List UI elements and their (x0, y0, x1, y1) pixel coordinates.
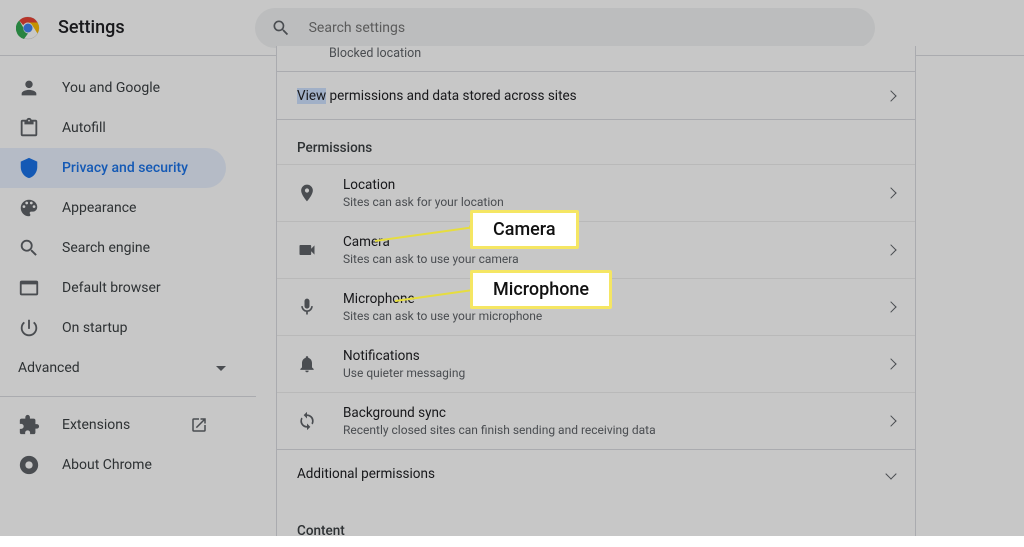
permission-row-background-sync[interactable]: Background sync Recently closed sites can… (277, 392, 915, 449)
open-in-new-icon (190, 416, 208, 434)
additional-permissions-row[interactable]: Additional permissions (277, 449, 915, 497)
chevron-down-icon (216, 366, 226, 371)
view-permissions-row[interactable]: View permissions and data stored across … (277, 72, 915, 120)
bell-icon (297, 354, 317, 374)
location-icon (297, 183, 317, 203)
sidebar-item-label: You and Google (62, 80, 160, 96)
search-icon (18, 237, 40, 259)
page-title: Settings (58, 17, 125, 38)
additional-permissions-label: Additional permissions (297, 466, 435, 482)
clipboard-icon (18, 117, 40, 139)
permission-title: Background sync (343, 405, 656, 421)
permission-subtitle: Sites can ask to use your camera (343, 252, 519, 266)
chevron-down-icon (885, 468, 896, 479)
extension-icon (18, 414, 40, 436)
shield-icon (18, 157, 40, 179)
microphone-icon (297, 297, 317, 317)
chevron-right-icon (885, 415, 896, 426)
person-icon (18, 77, 40, 99)
permissions-header: Permissions (277, 120, 915, 164)
annotation-camera: Camera (470, 210, 579, 249)
permission-subtitle: Sites can ask to use your microphone (343, 309, 542, 323)
view-link-word: View (297, 88, 326, 104)
blocked-location-row: Blocked location (277, 46, 915, 72)
sidebar: You and Google Autofill Privacy and secu… (0, 56, 256, 536)
chevron-right-icon (885, 244, 896, 255)
sidebar-item-label: Extensions (62, 417, 130, 433)
search-input[interactable] (309, 20, 859, 36)
camera-icon (297, 240, 317, 260)
annotation-microphone: Microphone (470, 270, 612, 309)
chrome-logo-icon (16, 16, 40, 40)
chrome-icon (18, 454, 40, 476)
content-header: Content (277, 497, 915, 547)
sidebar-item-autofill[interactable]: Autofill (0, 108, 226, 148)
chevron-right-icon (885, 358, 896, 369)
advanced-label: Advanced (18, 360, 80, 376)
view-link-rest: permissions and data stored across sites (326, 88, 576, 104)
sidebar-item-on-startup[interactable]: On startup (0, 308, 226, 348)
permission-title: Location (343, 177, 504, 193)
permission-subtitle: Sites can ask for your location (343, 195, 504, 209)
sidebar-item-label: Autofill (62, 120, 106, 136)
sidebar-item-default-browser[interactable]: Default browser (0, 268, 226, 308)
sidebar-item-label: Search engine (62, 240, 150, 256)
permission-title: Notifications (343, 348, 465, 364)
sidebar-item-label: On startup (62, 320, 128, 336)
sync-icon (297, 411, 317, 431)
sidebar-item-label: About Chrome (62, 457, 152, 473)
sidebar-item-about-chrome[interactable]: About Chrome (0, 445, 226, 485)
search-box[interactable] (255, 8, 875, 48)
chevron-right-icon (885, 187, 896, 198)
chevron-right-icon (885, 301, 896, 312)
permission-subtitle: Use quieter messaging (343, 366, 465, 380)
power-icon (18, 317, 40, 339)
sidebar-item-privacy-security[interactable]: Privacy and security (0, 148, 226, 188)
browser-icon (18, 277, 40, 299)
sidebar-item-extensions[interactable]: Extensions (0, 405, 226, 445)
sidebar-advanced-toggle[interactable]: Advanced (0, 348, 256, 388)
permission-row-notifications[interactable]: Notifications Use quieter messaging (277, 335, 915, 392)
palette-icon (18, 197, 40, 219)
sidebar-divider (0, 396, 256, 397)
chevron-right-icon (885, 90, 896, 101)
main-content: Blocked location View permissions and da… (256, 56, 1024, 536)
permission-subtitle: Recently closed sites can finish sending… (343, 423, 656, 437)
sidebar-item-label: Privacy and security (62, 160, 188, 176)
sidebar-item-you-and-google[interactable]: You and Google (0, 68, 226, 108)
sidebar-item-label: Appearance (62, 200, 136, 216)
sidebar-item-appearance[interactable]: Appearance (0, 188, 226, 228)
search-icon (271, 18, 291, 38)
sidebar-item-label: Default browser (62, 280, 161, 296)
permission-row-location[interactable]: Location Sites can ask for your location (277, 164, 915, 221)
sidebar-item-search-engine[interactable]: Search engine (0, 228, 226, 268)
